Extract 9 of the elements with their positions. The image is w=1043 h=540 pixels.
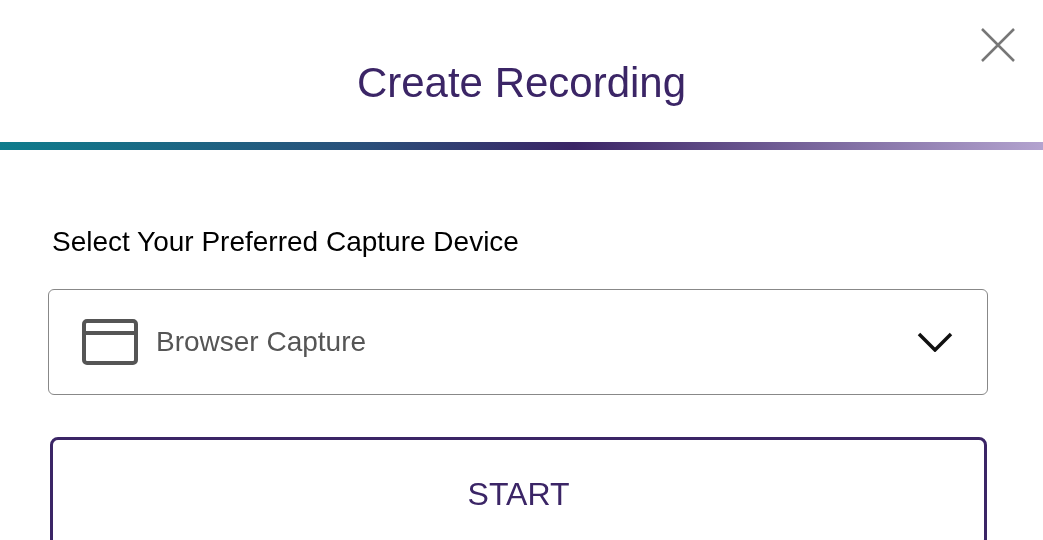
browser-window-icon bbox=[82, 319, 138, 365]
capture-device-select[interactable]: Browser Capture bbox=[48, 289, 988, 395]
chevron-down-icon bbox=[917, 332, 953, 352]
close-button[interactable] bbox=[979, 26, 1017, 64]
dialog-title: Create Recording bbox=[356, 62, 687, 104]
field-label: Select Your Preferred Capture Device bbox=[52, 228, 520, 256]
select-value: Browser Capture bbox=[156, 325, 368, 359]
close-icon bbox=[980, 27, 1016, 63]
start-button[interactable]: START bbox=[50, 437, 987, 540]
